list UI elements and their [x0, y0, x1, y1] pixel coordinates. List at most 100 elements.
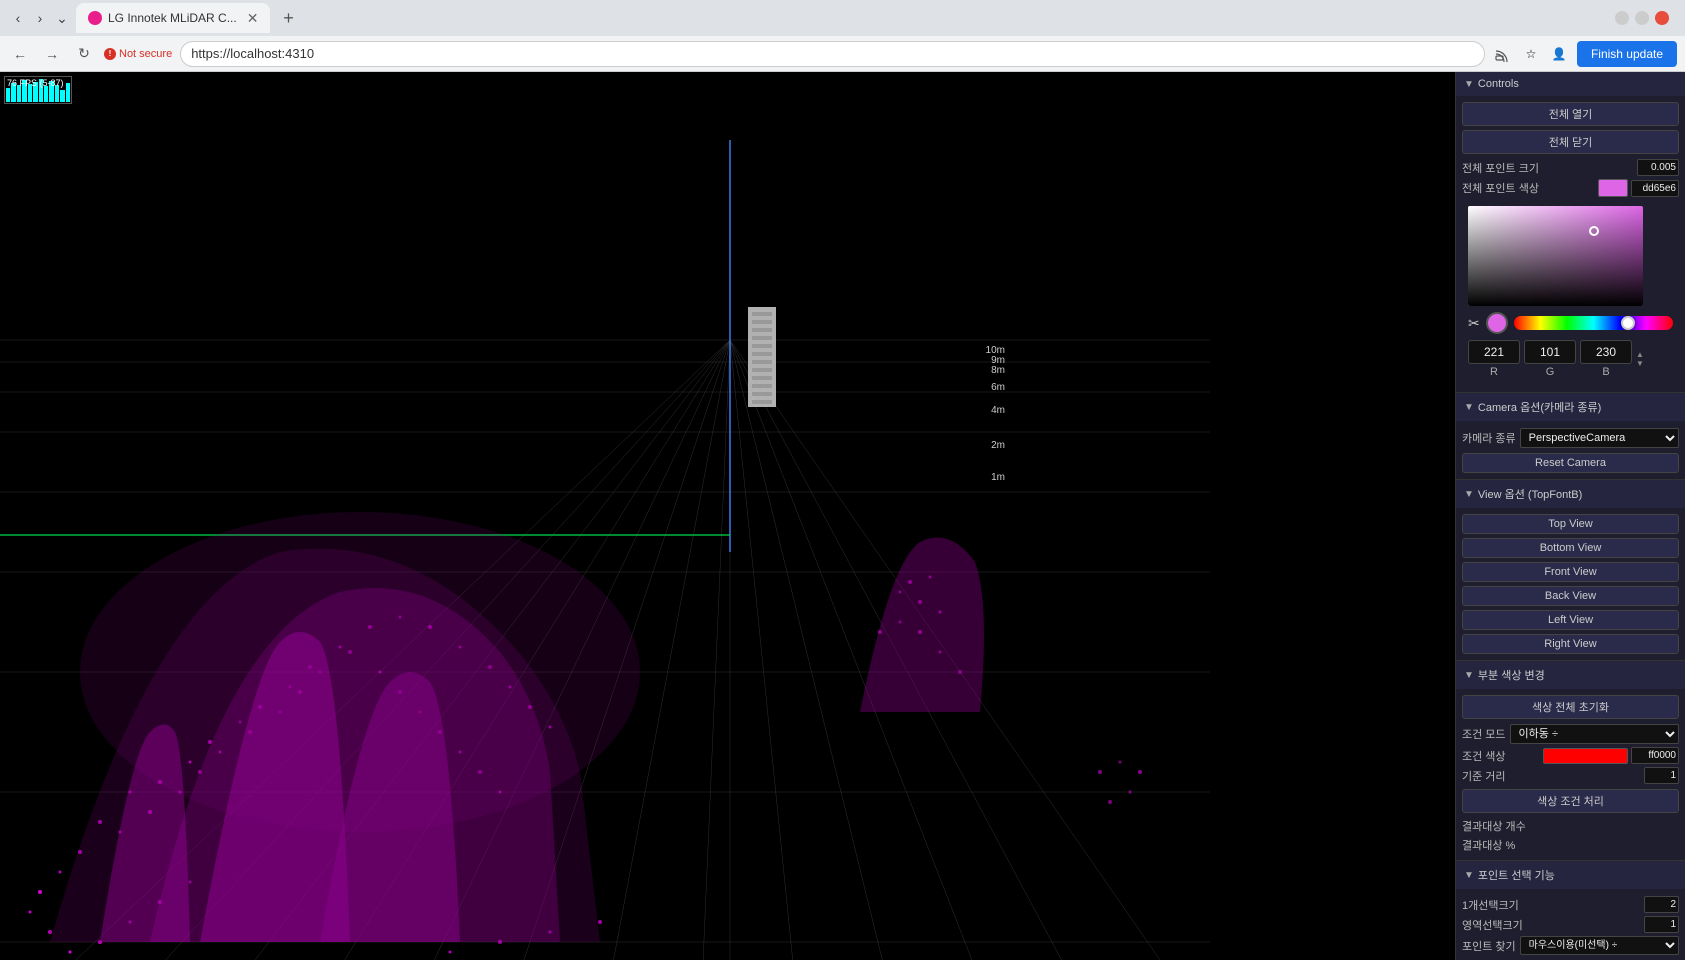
condition-mode-select[interactable]: 이하동 ÷ — [1510, 724, 1679, 744]
window-maximize-btn[interactable] — [1635, 11, 1649, 25]
color-change-header[interactable]: ▼ 부분 색상 변경 — [1456, 661, 1685, 689]
view-arrow: ▼ — [1464, 489, 1474, 500]
g-value-cell: G — [1524, 340, 1576, 378]
cast-icon[interactable] — [1493, 44, 1513, 64]
point-size-input[interactable] — [1637, 159, 1679, 176]
select-size-input[interactable] — [1644, 896, 1679, 913]
nav-refresh-btn[interactable]: ↻ — [72, 42, 96, 66]
point-color-swatch[interactable] — [1598, 179, 1628, 197]
top-view-btn[interactable]: Top View — [1462, 514, 1679, 534]
scale-6m: 6m — [991, 382, 1005, 393]
tab-bar: ‹ › ⌄ LG Innotek MLiDAR C... ✕ + — [0, 0, 1685, 36]
base-distance-row: 기준 거리 — [1462, 767, 1679, 784]
nav-forward-btn[interactable]: → — [40, 42, 64, 66]
camera-content: 카메라 종류 PerspectiveCamera Reset Camera — [1456, 421, 1685, 479]
color-gradient-area[interactable] — [1468, 206, 1643, 306]
tab-title: LG Innotek MLiDAR C... — [108, 11, 237, 25]
forward-btn[interactable]: › — [30, 8, 50, 28]
point-select-arrow: ▼ — [1464, 870, 1474, 881]
color-change-arrow: ▼ — [1464, 670, 1474, 681]
fps-graph: 76 FPS (5-87) — [4, 76, 72, 104]
scale-4m: 4m — [991, 405, 1005, 416]
right-view-btn[interactable]: Right View — [1462, 634, 1679, 654]
point-select-header[interactable]: ▼ 포인트 선택 기능 — [1456, 861, 1685, 889]
b-value-cell: B — [1580, 340, 1632, 378]
tab-favicon — [88, 11, 102, 25]
condition-mode-row: 조건 모드 이하동 ÷ — [1462, 724, 1679, 744]
find-point-select[interactable]: 마우스이용(미선택) ÷ — [1520, 936, 1679, 955]
point-select-content: 1개선택크기 영역선택크기 — [1456, 889, 1685, 960]
new-tab-btn[interactable]: + — [274, 4, 302, 32]
controls-section-header[interactable]: ▼ Controls — [1456, 72, 1685, 96]
r-value-cell: R — [1468, 340, 1520, 378]
url-bar[interactable]: https://localhost:4310 — [180, 41, 1485, 67]
camera-section: ▼ Camera 옵션(카메라 종류) 카메라 종류 PerspectiveCa… — [1456, 393, 1685, 480]
point-select-section: ▼ 포인트 선택 기능 1개선택크기 영역선택크기 — [1456, 861, 1685, 960]
scale-1m: 1m — [991, 472, 1005, 483]
tab-nav: ‹ › ⌄ — [8, 8, 72, 28]
scale-8m: 8m — [991, 365, 1005, 376]
star-icon[interactable]: ☆ — [1521, 44, 1541, 64]
browser-chrome: ‹ › ⌄ LG Innotek MLiDAR C... ✕ + ← → ↻ !… — [0, 0, 1685, 72]
hue-slider[interactable] — [1514, 316, 1673, 330]
color-change-section: ▼ 부분 색상 변경 색상 전체 초기화 조건 모드 이하동 ÷ 조건 색상 — [1456, 661, 1685, 861]
not-secure-icon: ! — [104, 48, 116, 60]
color-condition-btn[interactable]: 색상 조건 처리 — [1462, 789, 1679, 813]
result-count-row: 결과대상 개수 — [1462, 818, 1679, 834]
main-layout: 76 FPS (5-87) — [0, 72, 1685, 960]
scene-svg — [0, 72, 1455, 960]
left-view-btn[interactable]: Left View — [1462, 610, 1679, 630]
close-all-btn[interactable]: 전체 닫기 — [1462, 130, 1679, 154]
controls-content: 전체 열기 전체 닫기 전체 포인트 크기 전체 포인트 색상 — [1456, 96, 1685, 392]
open-all-btn[interactable]: 전체 열기 — [1462, 102, 1679, 126]
finish-update-btn[interactable]: Finish update — [1577, 41, 1677, 67]
fps-bar — [60, 90, 64, 102]
3d-viewport[interactable]: 76 FPS (5-87) — [0, 72, 1455, 960]
camera-type-row: 카메라 종류 PerspectiveCamera — [1462, 428, 1679, 448]
result-pct-row: 결과대상 % — [1462, 837, 1679, 853]
controls-arrow: ▼ — [1464, 79, 1474, 90]
region-size-row: 영역선택크기 — [1462, 916, 1679, 933]
rgb-spin-arrows[interactable]: ▲ ▼ — [1636, 350, 1644, 368]
controls-section: ▼ Controls 전체 열기 전체 닫기 전체 포인트 크기 전체 포 — [1456, 72, 1685, 393]
bottom-view-btn[interactable]: Bottom View — [1462, 538, 1679, 558]
fps-bar — [6, 88, 10, 102]
right-panel: ▼ Controls 전체 열기 전체 닫기 전체 포인트 크기 전체 포 — [1455, 72, 1685, 960]
view-section-header[interactable]: ▼ View 옵션 (TopFontB) — [1456, 480, 1685, 508]
nav-back-btn[interactable]: ← — [8, 42, 32, 66]
camera-type-select[interactable]: PerspectiveCamera — [1520, 428, 1679, 448]
condition-color-row: 조건 색상 — [1462, 747, 1679, 764]
not-secure-indicator: ! Not secure — [104, 48, 172, 60]
window-minimize-btn[interactable] — [1615, 11, 1629, 25]
point-color-hex-input[interactable] — [1631, 180, 1679, 197]
color-init-btn[interactable]: 색상 전체 초기화 — [1462, 695, 1679, 719]
active-tab[interactable]: LG Innotek MLiDAR C... ✕ — [76, 3, 270, 33]
address-bar: ← → ↻ ! Not secure https://localhost:431… — [0, 36, 1685, 72]
point-color-row: 전체 포인트 색상 — [1462, 179, 1679, 197]
eyedropper-icon[interactable]: ✂ — [1468, 315, 1480, 332]
base-distance-input[interactable] — [1644, 767, 1679, 784]
g-input[interactable] — [1524, 340, 1576, 364]
back-btn[interactable]: ‹ — [8, 8, 28, 28]
profile-icon[interactable]: 👤 — [1549, 44, 1569, 64]
browser-icons: ☆ 👤 Finish update — [1493, 41, 1677, 67]
color-change-content: 색상 전체 초기화 조건 모드 이하동 ÷ 조건 색상 기준 거리 — [1456, 689, 1685, 860]
rgb-inputs-row: R G B ▲ ▼ — [1468, 340, 1673, 378]
reset-camera-btn[interactable]: Reset Camera — [1462, 453, 1679, 473]
region-size-input[interactable] — [1644, 916, 1679, 933]
r-input[interactable] — [1468, 340, 1520, 364]
color-preview-circle — [1486, 312, 1508, 334]
dropdown-btn[interactable]: ⌄ — [52, 8, 72, 28]
condition-color-hex-input[interactable] — [1631, 747, 1679, 764]
camera-section-header[interactable]: ▼ Camera 옵션(카메라 종류) — [1456, 393, 1685, 421]
condition-color-swatch[interactable] — [1543, 748, 1628, 764]
front-view-btn[interactable]: Front View — [1462, 562, 1679, 582]
tab-close-btn[interactable]: ✕ — [247, 10, 259, 27]
select-size-row: 1개선택크기 — [1462, 896, 1679, 913]
window-close-btn[interactable] — [1655, 11, 1669, 25]
scale-2m: 2m — [991, 440, 1005, 451]
back-view-btn[interactable]: Back View — [1462, 586, 1679, 606]
camera-arrow: ▼ — [1464, 402, 1474, 413]
fps-bar — [66, 83, 70, 102]
b-input[interactable] — [1580, 340, 1632, 364]
